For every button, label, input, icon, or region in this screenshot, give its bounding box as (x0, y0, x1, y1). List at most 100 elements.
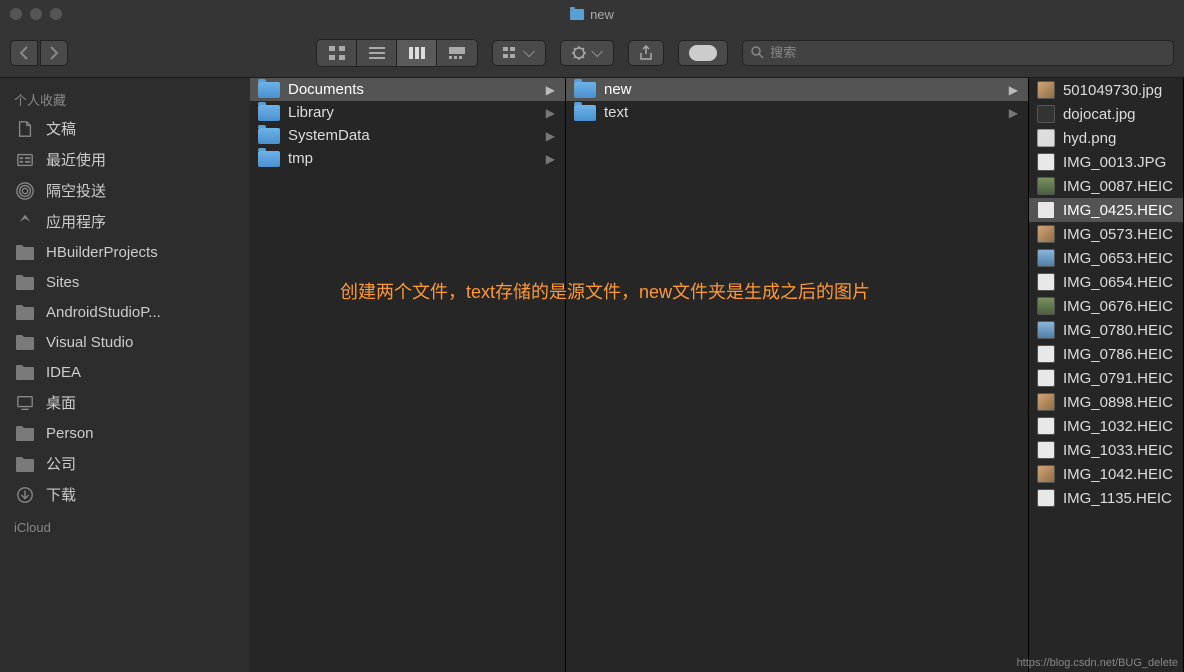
sidebar-item-1[interactable]: 最近使用 (0, 144, 250, 175)
folder-icon (14, 332, 36, 352)
file-thumbnail (1037, 201, 1055, 219)
folder-item[interactable]: Documents▶ (250, 78, 565, 101)
column-2: 501049730.jpg dojocat.jpg hyd.png IMG_0013.… (1029, 78, 1184, 672)
chevron-down-icon: ⌵ (591, 44, 603, 62)
search-box[interactable] (742, 40, 1174, 66)
item-label: 501049730.jpg (1063, 82, 1162, 99)
chevron-right-icon: ▶ (546, 83, 555, 97)
sidebar-item-label: Sites (46, 274, 79, 291)
folder-icon (574, 105, 596, 121)
folder-item[interactable]: new▶ (566, 78, 1028, 101)
item-label: IMG_0653.HEIC (1063, 250, 1173, 267)
sidebar-item-6[interactable]: AndroidStudioP... (0, 297, 250, 327)
item-label: IMG_0676.HEIC (1063, 298, 1173, 315)
toolbar: ⌵ ⌵ (0, 28, 1184, 78)
file-thumbnail (1037, 273, 1055, 291)
column-view-button[interactable] (397, 40, 437, 66)
file-thumbnail (1037, 417, 1055, 435)
file-item[interactable]: IMG_1033.HEIC (1029, 438, 1183, 462)
file-item[interactable]: IMG_0791.HEIC (1029, 366, 1183, 390)
file-item[interactable]: IMG_1135.HEIC (1029, 486, 1183, 510)
share-button[interactable] (628, 40, 664, 66)
forward-button[interactable] (40, 40, 68, 66)
file-thumbnail (1037, 297, 1055, 315)
file-item[interactable]: hyd.png (1029, 126, 1183, 150)
sidebar-item-label: 隔空投送 (46, 180, 106, 201)
file-item[interactable]: IMG_1042.HEIC (1029, 462, 1183, 486)
item-label: IMG_0573.HEIC (1063, 226, 1173, 243)
file-thumbnail (1037, 177, 1055, 195)
watermark: https://blog.csdn.net/BUG_delete (1017, 657, 1178, 669)
folder-icon (14, 423, 36, 443)
sidebar-item-8[interactable]: IDEA (0, 357, 250, 387)
folder-item[interactable]: text▶ (566, 101, 1028, 124)
folder-item[interactable]: SystemData▶ (250, 124, 565, 147)
action-button[interactable]: ⌵ (560, 40, 614, 66)
chevron-right-icon: ▶ (546, 152, 555, 166)
file-item[interactable]: IMG_0425.HEIC (1029, 198, 1183, 222)
file-thumbnail (1037, 465, 1055, 483)
sidebar-item-label: 应用程序 (46, 211, 106, 232)
sidebar-item-label: 公司 (46, 453, 76, 474)
file-item[interactable]: IMG_0786.HEIC (1029, 342, 1183, 366)
file-item[interactable]: IMG_0087.HEIC (1029, 174, 1183, 198)
maximize-button[interactable] (50, 8, 62, 20)
file-item[interactable]: IMG_0013.JPG (1029, 150, 1183, 174)
folder-item[interactable]: tmp ▶ (250, 147, 565, 170)
sidebar-item-3[interactable]: 应用程序 (0, 206, 250, 237)
sidebar-item-9[interactable]: 桌面 (0, 387, 250, 418)
item-label: IMG_1042.HEIC (1063, 466, 1173, 483)
titlebar: new (0, 0, 1184, 28)
close-button[interactable] (10, 8, 22, 20)
folder-icon (574, 82, 596, 98)
file-item[interactable]: IMG_0654.HEIC (1029, 270, 1183, 294)
file-item[interactable]: IMG_0653.HEIC (1029, 246, 1183, 270)
traffic-lights (10, 8, 62, 20)
search-icon (751, 46, 764, 59)
file-item[interactable]: IMG_1032.HEIC (1029, 414, 1183, 438)
folder-icon (14, 272, 36, 292)
airdrop-icon (14, 181, 36, 201)
item-label: IMG_0786.HEIC (1063, 346, 1173, 363)
sidebar-item-10[interactable]: Person (0, 418, 250, 448)
sidebar-item-label: 文稿 (46, 118, 76, 139)
file-item[interactable]: dojocat.jpg (1029, 102, 1183, 126)
sidebar-item-11[interactable]: 公司 (0, 448, 250, 479)
folder-icon (14, 242, 36, 262)
minimize-button[interactable] (30, 8, 42, 20)
file-thumbnail (1037, 129, 1055, 147)
sidebar-item-label: 下载 (46, 484, 76, 505)
tags-button[interactable] (678, 40, 728, 66)
file-item[interactable]: 501049730.jpg (1029, 78, 1183, 102)
sidebar-item-7[interactable]: Visual Studio (0, 327, 250, 357)
gallery-view-button[interactable] (437, 40, 477, 66)
file-thumbnail (1037, 153, 1055, 171)
file-thumbnail (1037, 105, 1055, 123)
item-label: IMG_0013.JPG (1063, 154, 1166, 171)
sidebar-item-4[interactable]: HBuilderProjects (0, 237, 250, 267)
window-title: new (570, 7, 614, 22)
folder-item[interactable]: Library▶ (250, 101, 565, 124)
list-view-button[interactable] (357, 40, 397, 66)
sidebar-item-12[interactable]: 下载 (0, 479, 250, 510)
chevron-right-icon: ▶ (1009, 106, 1018, 120)
search-input[interactable] (770, 45, 1165, 60)
column-0: Documents▶Library▶SystemData▶tmp▶ (250, 78, 566, 672)
file-item[interactable]: IMG_0573.HEIC (1029, 222, 1183, 246)
file-item[interactable]: IMG_0676.HEIC (1029, 294, 1183, 318)
file-item[interactable]: IMG_0898.HEIC (1029, 390, 1183, 414)
item-label: dojocat.jpg (1063, 106, 1136, 123)
arrange-button[interactable]: ⌵ (492, 40, 546, 66)
desktop-icon (14, 393, 36, 413)
chevron-right-icon: ▶ (1009, 83, 1018, 97)
back-button[interactable] (10, 40, 38, 66)
sidebar-item-2[interactable]: 隔空投送 (0, 175, 250, 206)
icon-view-button[interactable] (317, 40, 357, 66)
sidebar-item-0[interactable]: 文稿 (0, 113, 250, 144)
file-item[interactable]: IMG_0780.HEIC (1029, 318, 1183, 342)
sidebar-item-5[interactable]: Sites (0, 267, 250, 297)
sidebar-item-label: HBuilderProjects (46, 244, 158, 261)
folder-icon (258, 151, 280, 167)
item-label: SystemData (288, 127, 370, 144)
item-label: tmp (288, 150, 313, 167)
